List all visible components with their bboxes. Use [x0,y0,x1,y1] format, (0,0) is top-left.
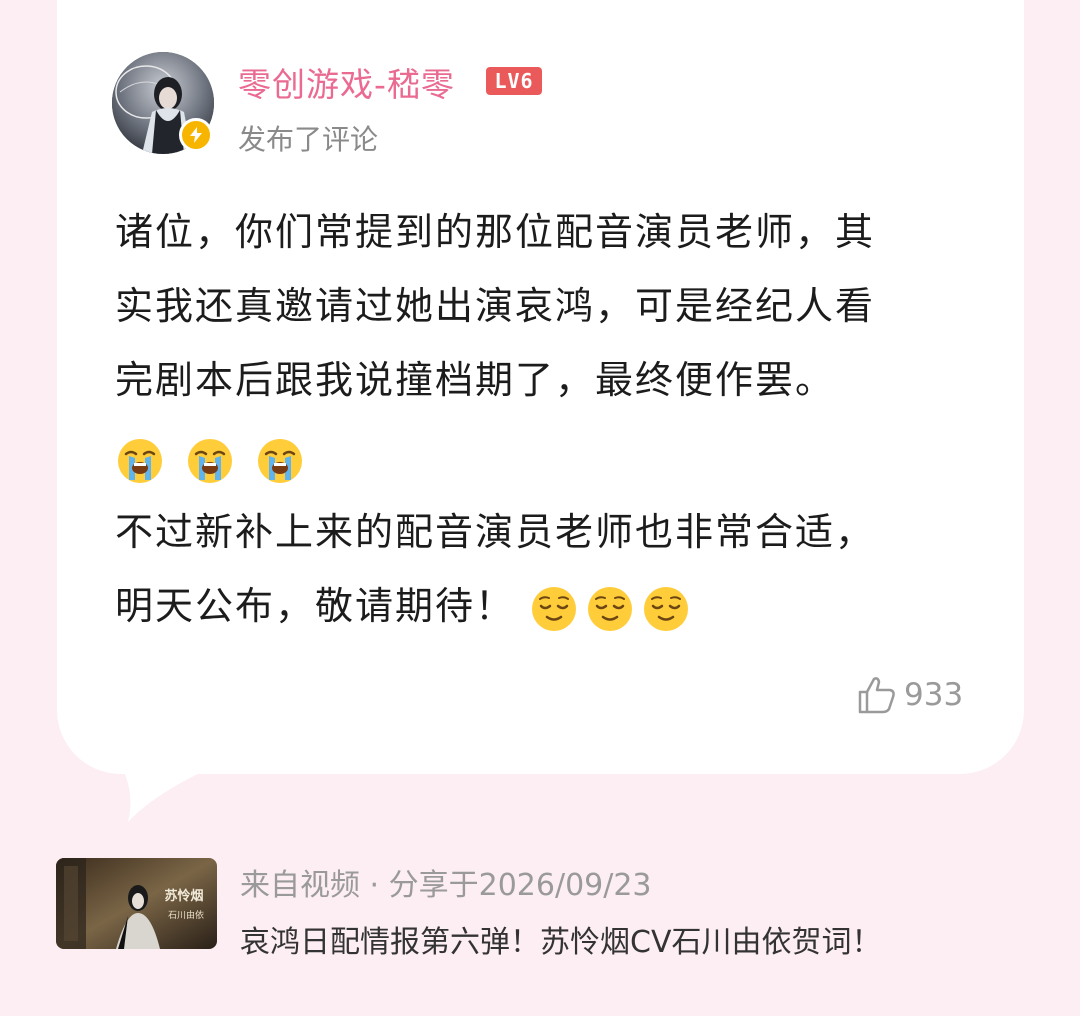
username[interactable]: 零创游戏-嵇零 [238,58,455,106]
relieved-face-icon [588,586,633,631]
thumbnail-caption: 苏怜烟 [164,888,203,904]
comment-line: 不过新补上来的配音演员老师也非常合适， [115,510,876,554]
thumbs-up-icon [858,677,895,714]
like-count: 933 [904,677,964,713]
source-meta: 来自视频 · 分享于2026/09/23 [240,868,652,903]
comment-line: 诸位，你们常提到的那位配音演员老师，其 [115,210,876,254]
comment-line: 实我还真邀请过她出演哀鸿，可是经纪人看 [115,284,876,328]
loudly-crying-face-icon [188,438,233,483]
relieved-face-icon [644,586,689,631]
comment-text: 诸位，你们常提到的那位配音演员老师，其 实我还真邀请过她出演哀鸿，可是经纪人看 … [115,195,985,643]
level-badge: LV6 [486,67,542,95]
source-video-title[interactable]: 哀鸿日配情报第六弹！苏怜烟CV石川由依贺词！ [240,917,881,961]
comment-line-with-emoji: 明天公布，敬请期待！ [115,569,985,643]
loudly-crying-face-icon [118,438,162,483]
verified-badge-icon [179,118,213,152]
like-button[interactable]: 933 [856,675,963,715]
emoji-row [115,417,985,495]
comment-line: 明天公布，敬请期待！ [115,584,516,628]
relieved-face-icon [532,586,577,631]
loudly-crying-face-icon [258,438,303,483]
video-thumbnail[interactable]: 苏怜烟 石川由依 [56,858,217,949]
comment-line: 完剧本后跟我说撞档期了，最终便作罢。 [115,358,836,402]
speech-bubble-tail [118,760,228,822]
thumbnail-caption: 石川由依 [168,909,204,921]
action-label: 发布了评论 [238,123,379,156]
